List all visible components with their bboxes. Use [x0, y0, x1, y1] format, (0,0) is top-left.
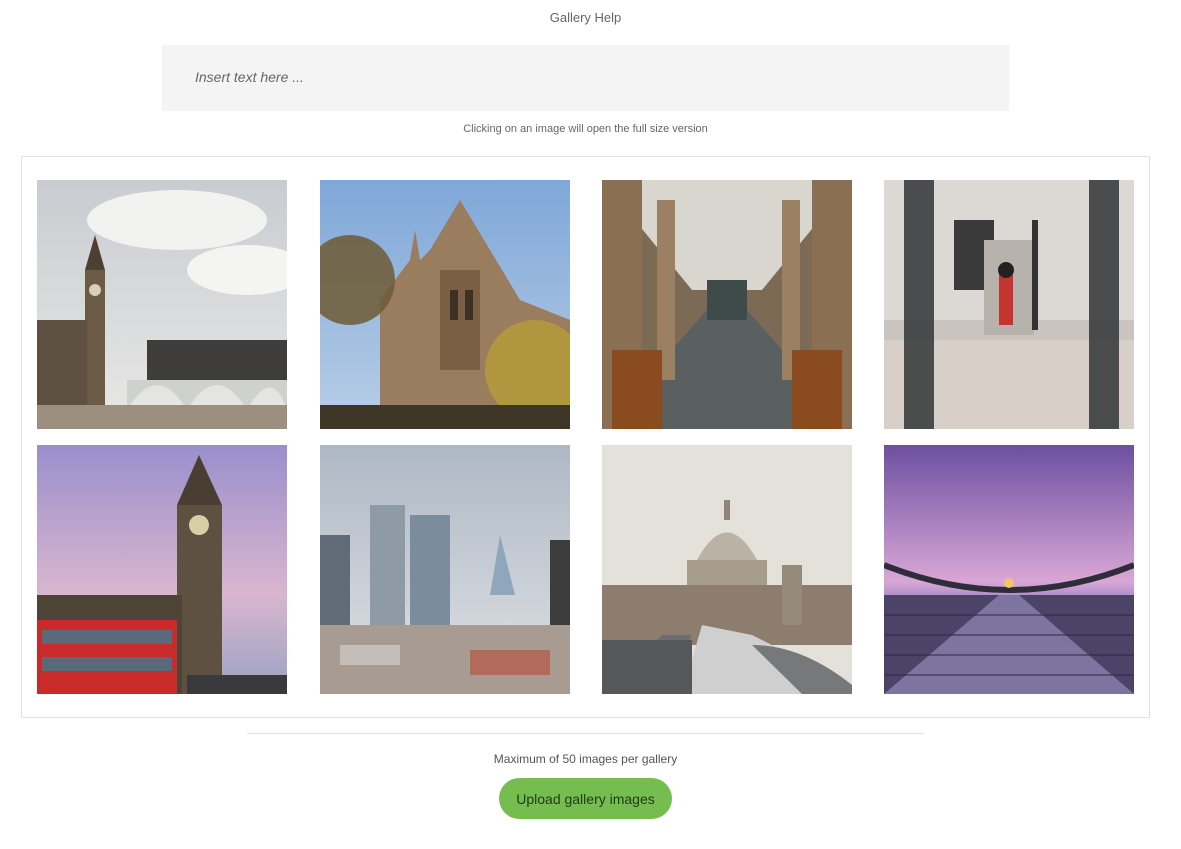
gallery-help-page: Gallery Help Clicking on an image will o…: [0, 0, 1181, 849]
max-images-note: Maximum of 50 images per gallery: [493, 752, 678, 766]
full-size-hint: Clicking on an image will open the full …: [463, 123, 708, 135]
upload-gallery-images-button[interactable]: Upload gallery images: [499, 778, 672, 819]
st-pauls-cathedral-thumb[interactable]: [602, 445, 852, 694]
big-ben-westminster-bridge-thumb[interactable]: [37, 180, 287, 429]
big-ben-red-bus-thumb[interactable]: [37, 445, 287, 694]
millennium-bridge-thumb[interactable]: [884, 445, 1134, 694]
page-title: Gallery Help: [549, 10, 622, 25]
footer-divider: [247, 733, 924, 734]
queens-guard-thumb[interactable]: [884, 180, 1134, 429]
natural-history-museum-thumb[interactable]: [320, 180, 570, 429]
library-colonnade-thumb[interactable]: [602, 180, 852, 429]
image-gallery: [21, 156, 1150, 718]
city-skyline-thumb[interactable]: [320, 445, 570, 694]
gallery-text-input[interactable]: [162, 45, 1009, 111]
